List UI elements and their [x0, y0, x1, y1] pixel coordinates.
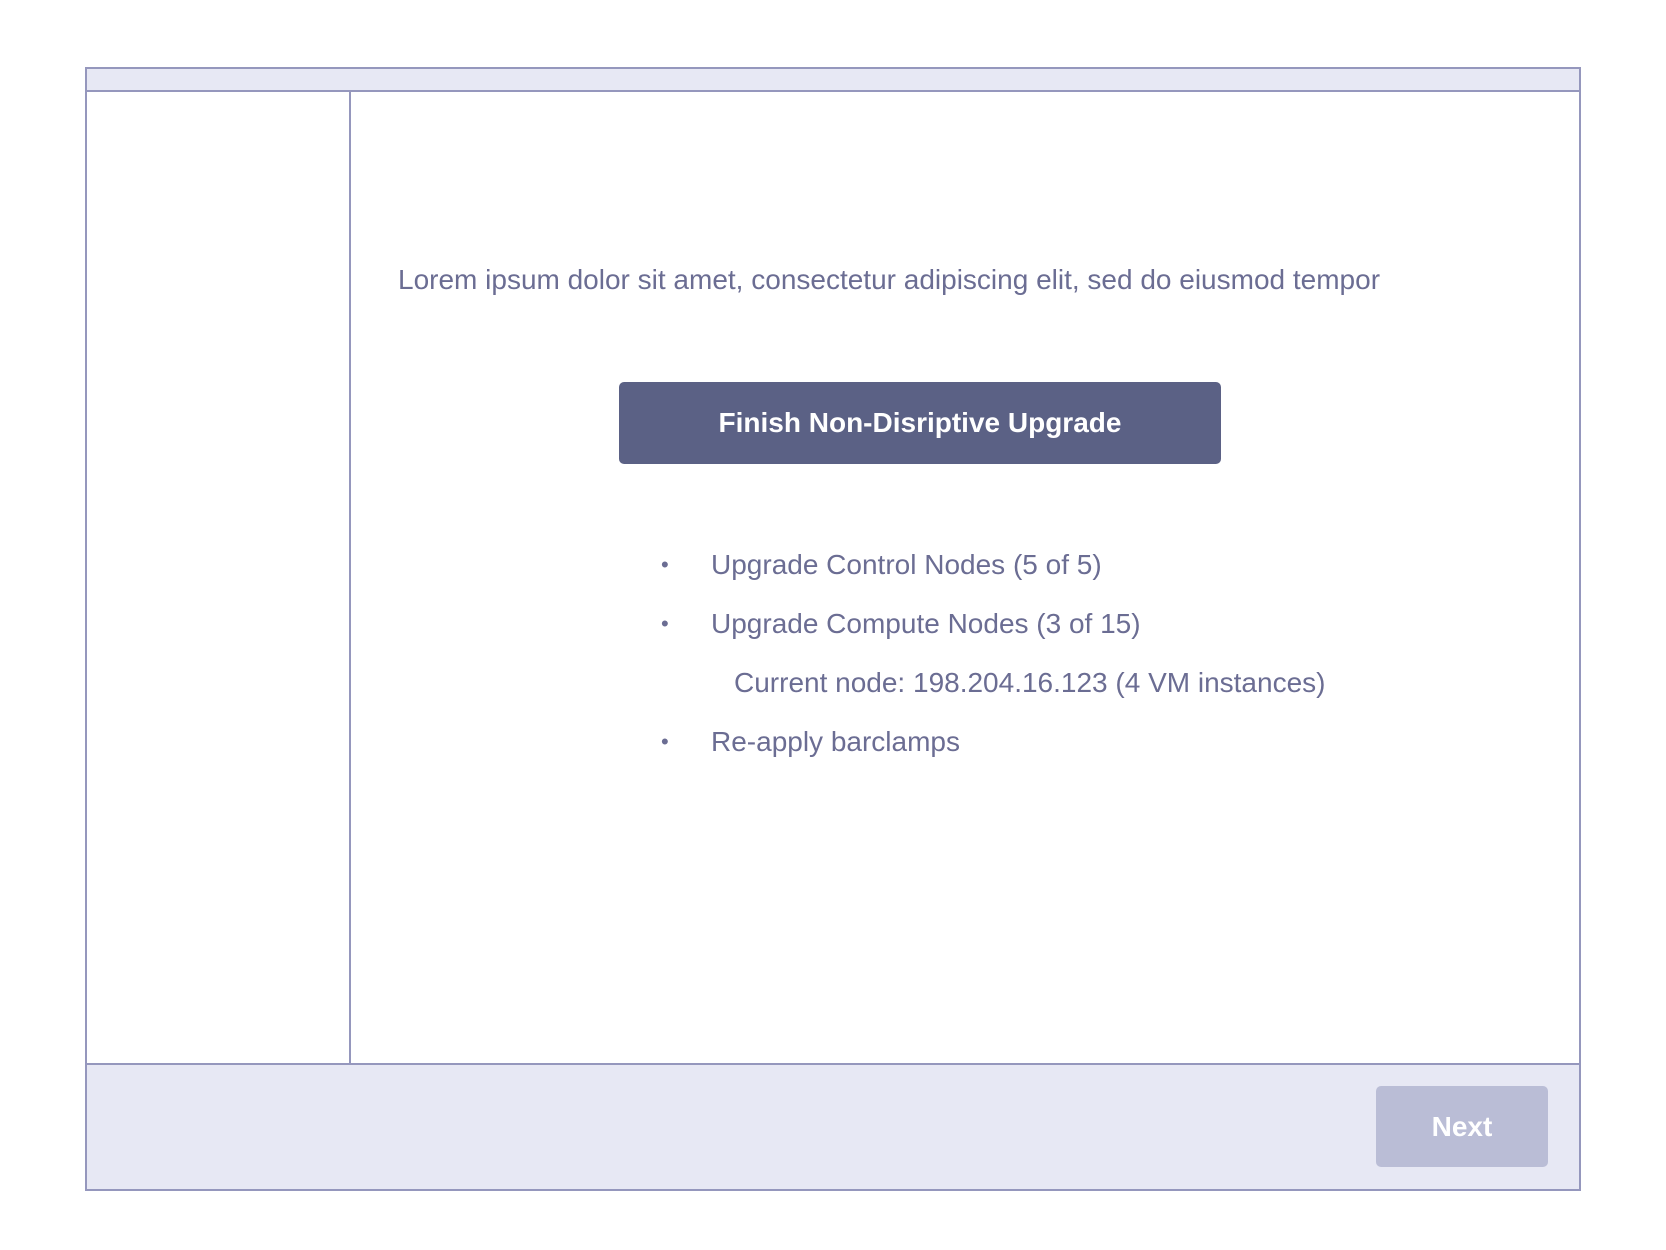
- intro-text: Lorem ipsum dolor sit amet, consectetur …: [398, 264, 1381, 295]
- bullet-icon: •: [661, 611, 669, 636]
- bullet-icon: •: [661, 729, 669, 754]
- footer-bar: Next: [87, 1063, 1579, 1189]
- bullet-icon: •: [661, 552, 669, 577]
- current-node-label: Current node: 198.204.16.123 (4 VM insta…: [734, 667, 1326, 698]
- step-label: Upgrade Compute Nodes (3 of 15): [711, 608, 1141, 639]
- step-label: Upgrade Control Nodes (5 of 5): [711, 549, 1102, 580]
- main-content: Lorem ipsum dolor sit amet, consectetur …: [351, 92, 1579, 1063]
- step-label: Re-apply barclamps: [711, 726, 960, 757]
- sidebar: [87, 92, 351, 1063]
- finish-upgrade-button[interactable]: Finish Non-Disriptive Upgrade: [619, 382, 1221, 464]
- next-button[interactable]: Next: [1376, 1086, 1548, 1167]
- title-bar: [87, 69, 1579, 92]
- wizard-window: Lorem ipsum dolor sit amet, consectetur …: [85, 67, 1581, 1191]
